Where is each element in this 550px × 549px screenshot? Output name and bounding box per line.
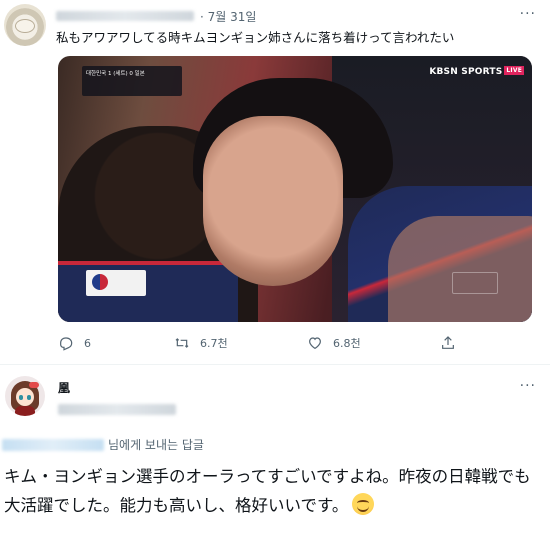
- jersey-patch: [86, 270, 146, 296]
- reply-author-name[interactable]: 凰: [58, 379, 70, 396]
- tweet-text: 私もアワアワしてる時キムヨンギョン姉さんに落ち着けって言われたい: [56, 30, 455, 45]
- reply-author-avatar[interactable]: [5, 376, 45, 416]
- replying-to: 님에게 보내는 답글: [2, 436, 204, 453]
- smiling-face-emoji-icon: [352, 493, 375, 515]
- reply-to-handle-blurred[interactable]: [2, 438, 104, 451]
- tweet-header: · 7월 31일: [56, 8, 256, 24]
- share-icon: [442, 336, 454, 349]
- like-button[interactable]: 6.8천: [307, 335, 361, 351]
- retweet-count: 6.7천: [200, 337, 228, 350]
- player-main: [203, 116, 343, 286]
- tweet-actions: 6 6.7천 6.8천: [58, 335, 478, 351]
- reply-icon: [60, 337, 73, 351]
- share-button[interactable]: [440, 335, 466, 351]
- tweet[interactable]: · 7월 31일 ··· 私もアワアワしてる時キムヨンギョン姉さんに落ち着けって…: [0, 0, 550, 365]
- scoreboard-text: 대한민국 1 (세트) 0 일본: [86, 71, 145, 77]
- reply-button[interactable]: 6: [58, 335, 91, 351]
- reply-tweet[interactable]: 凰 ··· 님에게 보내는 답글 キム・ヨンギョン選手のオーラってすごいですよね…: [0, 366, 550, 549]
- author-name-blurred[interactable]: [56, 11, 194, 21]
- live-badge: LIVE: [504, 66, 524, 75]
- korea-flag-icon: [92, 274, 108, 290]
- olympic-logo: [452, 272, 498, 294]
- retweet-button[interactable]: 6.7천: [174, 335, 228, 351]
- more-dots-icon[interactable]: ···: [520, 378, 536, 394]
- tweet-media-image[interactable]: 대한민국 1 (세트) 0 일본 KBSN SPORTS LIVE: [58, 56, 532, 322]
- retweet-icon: [175, 338, 189, 348]
- author-avatar[interactable]: [4, 4, 46, 46]
- reply-count: 6: [84, 336, 91, 350]
- like-count: 6.8천: [333, 337, 361, 350]
- scoreboard: 대한민국 1 (세트) 0 일본: [82, 66, 182, 96]
- reply-to-label: 님에게 보내는 답글: [108, 438, 204, 452]
- more-dots-icon[interactable]: ···: [520, 6, 536, 22]
- broadcaster-logo: KBSN SPORTS LIVE: [429, 66, 524, 77]
- reply-text: キム・ヨンギョン選手のオーラってすごいですよね。昨夜の日韓戦でも大活躍でした。能…: [4, 467, 531, 515]
- heart-icon: [309, 337, 321, 350]
- tweet-date[interactable]: · 7월 31일: [200, 8, 256, 25]
- reply-author-handle-blurred[interactable]: [58, 404, 176, 415]
